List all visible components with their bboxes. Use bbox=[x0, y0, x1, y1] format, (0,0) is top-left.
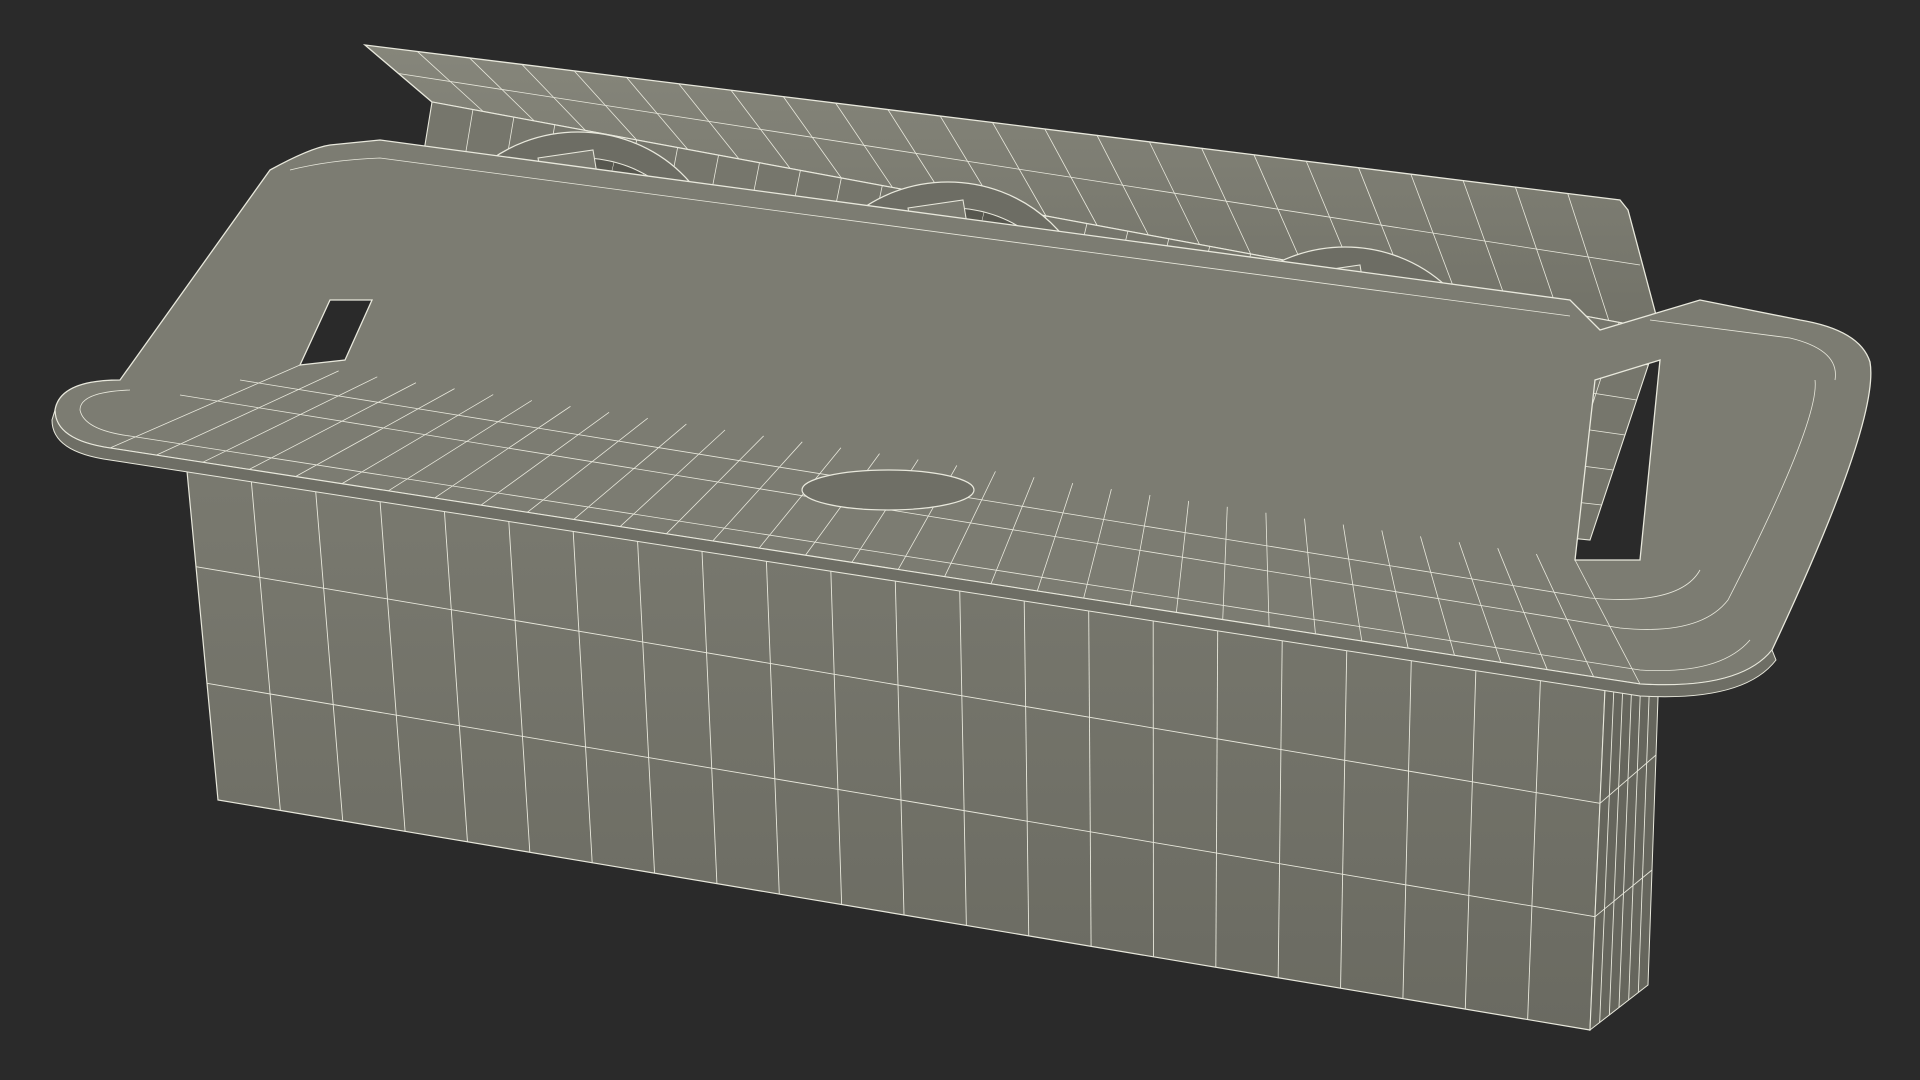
finger-notch bbox=[801, 469, 975, 511]
wireframe-render-viewport bbox=[0, 0, 1920, 1080]
wireframe-model-render bbox=[51, 44, 1872, 1032]
